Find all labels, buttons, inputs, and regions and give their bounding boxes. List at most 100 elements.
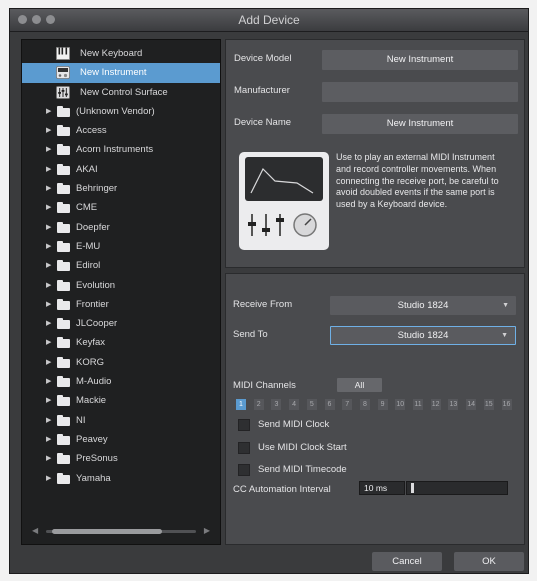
cc-interval-slider[interactable] bbox=[406, 481, 508, 495]
folder-icon bbox=[57, 453, 70, 465]
scrollbar-thumb[interactable] bbox=[52, 529, 162, 534]
scroll-left-icon[interactable]: ◀ bbox=[32, 526, 38, 535]
send-midi-timecode-checkbox[interactable] bbox=[238, 464, 250, 476]
tree-folder-item[interactable]: ▶ M-Audio bbox=[22, 372, 220, 391]
chevron-down-icon: ▼ bbox=[501, 332, 508, 339]
device-model-field[interactable]: New Instrument bbox=[322, 50, 518, 70]
expand-arrow-icon[interactable]: ▶ bbox=[46, 140, 51, 159]
expand-arrow-icon[interactable]: ▶ bbox=[46, 372, 51, 391]
midi-channel-button[interactable]: 6 bbox=[324, 399, 335, 410]
tree-folder-item[interactable]: ▶ AKAI bbox=[22, 160, 220, 179]
tree-folder-item[interactable]: ▶ (Unknown Vendor) bbox=[22, 102, 220, 121]
midi-channel-button[interactable]: 7 bbox=[342, 399, 353, 410]
midi-channel-button[interactable]: 14 bbox=[466, 399, 477, 410]
tree-folder-item[interactable]: ▶ Mackie bbox=[22, 391, 220, 410]
expand-arrow-icon[interactable]: ▶ bbox=[46, 430, 51, 449]
ok-button[interactable]: OK bbox=[454, 552, 524, 571]
horizontal-scrollbar[interactable]: ◀ ▶ bbox=[32, 526, 210, 536]
expand-arrow-icon[interactable]: ▶ bbox=[46, 314, 51, 333]
expand-arrow-icon[interactable]: ▶ bbox=[46, 179, 51, 198]
device-tree[interactable]: New Keyboard New Instrument New Control … bbox=[21, 39, 221, 545]
tree-item-label: Acorn Instruments bbox=[76, 144, 154, 156]
device-info-panel: Device Model New Instrument Manufacturer… bbox=[225, 39, 525, 268]
tree-item-label: New Keyboard bbox=[80, 48, 143, 59]
tree-folder-item[interactable]: ▶ Peavey bbox=[22, 430, 220, 449]
tree-item-label: New Instrument bbox=[80, 67, 147, 79]
midi-channel-button[interactable]: 12 bbox=[430, 399, 441, 410]
receive-from-select[interactable]: Studio 1824 ▼ bbox=[330, 296, 516, 315]
tree-folder-item[interactable]: ▶ Acorn Instruments bbox=[22, 140, 220, 159]
folder-icon bbox=[57, 105, 70, 117]
expand-arrow-icon[interactable]: ▶ bbox=[46, 391, 51, 410]
tree-item-new-keyboard[interactable]: New Keyboard bbox=[22, 44, 220, 63]
send-to-select[interactable]: Studio 1824 ▼ bbox=[330, 326, 516, 345]
expand-arrow-icon[interactable]: ▶ bbox=[46, 276, 51, 295]
midi-channel-button[interactable]: 3 bbox=[271, 399, 282, 410]
tree-item-label: NI bbox=[76, 414, 86, 426]
envelope-graphic bbox=[250, 167, 314, 194]
device-description: Use to play an external MIDI Instrument … bbox=[336, 152, 499, 210]
tree-folder-item[interactable]: ▶ Access bbox=[22, 121, 220, 140]
midi-channel-button[interactable]: 5 bbox=[306, 399, 317, 410]
device-name-field[interactable]: New Instrument bbox=[322, 114, 518, 134]
manufacturer-field[interactable] bbox=[322, 82, 518, 102]
expand-arrow-icon[interactable]: ▶ bbox=[46, 218, 51, 237]
cancel-button[interactable]: Cancel bbox=[372, 552, 442, 571]
expand-arrow-icon[interactable]: ▶ bbox=[46, 449, 51, 468]
expand-arrow-icon[interactable]: ▶ bbox=[46, 353, 51, 372]
cc-interval-slider-handle[interactable] bbox=[411, 483, 414, 493]
midi-channel-button[interactable]: 16 bbox=[501, 399, 512, 410]
tree-folder-item[interactable]: ▶ E-MU bbox=[22, 237, 220, 256]
tree-folder-item[interactable]: ▶ Yamaha bbox=[22, 469, 220, 488]
title-bar: Add Device bbox=[10, 9, 528, 32]
expand-arrow-icon[interactable]: ▶ bbox=[46, 198, 51, 217]
tree-item-label: Access bbox=[76, 125, 107, 137]
tree-folder-item[interactable]: ▶ NI bbox=[22, 411, 220, 430]
expand-arrow-icon[interactable]: ▶ bbox=[46, 237, 51, 256]
midi-channel-button[interactable]: 15 bbox=[483, 399, 494, 410]
tree-folder-item[interactable]: ▶ PreSonus bbox=[22, 449, 220, 468]
midi-channels-label: MIDI Channels bbox=[233, 380, 296, 391]
tree-folder-item[interactable]: ▶ Behringer bbox=[22, 179, 220, 198]
tree-item-new-instrument[interactable]: New Instrument bbox=[22, 63, 220, 83]
expand-arrow-icon[interactable]: ▶ bbox=[46, 102, 51, 121]
tree-item-new-control-surface[interactable]: New Control Surface bbox=[22, 83, 220, 102]
tree-folder-item[interactable]: ▶ CME bbox=[22, 198, 220, 217]
device-model-label: Device Model bbox=[234, 53, 292, 64]
cc-interval-input[interactable]: 10 ms bbox=[359, 481, 405, 495]
expand-arrow-icon[interactable]: ▶ bbox=[46, 333, 51, 352]
tree-folder-item[interactable]: ▶ Edirol bbox=[22, 256, 220, 275]
instrument-icon bbox=[56, 66, 70, 80]
send-midi-clock-checkbox[interactable] bbox=[238, 419, 250, 431]
expand-arrow-icon[interactable]: ▶ bbox=[46, 256, 51, 275]
expand-arrow-icon[interactable]: ▶ bbox=[46, 160, 51, 179]
scroll-right-icon[interactable]: ▶ bbox=[204, 526, 210, 535]
midi-channel-button[interactable]: 8 bbox=[359, 399, 370, 410]
tree-item-label: New Control Surface bbox=[80, 86, 168, 98]
expand-arrow-icon[interactable]: ▶ bbox=[46, 295, 51, 314]
midi-channel-button[interactable]: 13 bbox=[448, 399, 459, 410]
midi-channel-button[interactable]: 1 bbox=[236, 399, 246, 410]
tree-folder-item[interactable]: ▶ Keyfax bbox=[22, 333, 220, 352]
midi-channel-button[interactable]: 4 bbox=[289, 399, 300, 410]
all-channels-button[interactable]: All bbox=[337, 378, 382, 392]
expand-arrow-icon[interactable]: ▶ bbox=[46, 411, 51, 430]
folder-icon bbox=[57, 183, 70, 195]
midi-channel-button[interactable]: 11 bbox=[413, 399, 423, 410]
expand-arrow-icon[interactable]: ▶ bbox=[46, 469, 51, 488]
instrument-image bbox=[239, 152, 329, 250]
midi-channel-button[interactable]: 9 bbox=[377, 399, 388, 410]
manufacturer-label: Manufacturer bbox=[234, 85, 290, 96]
tree-folder-item[interactable]: ▶ Frontier bbox=[22, 295, 220, 314]
tree-folder-item[interactable]: ▶ JLCooper bbox=[22, 314, 220, 333]
midi-channel-button[interactable]: 2 bbox=[253, 399, 264, 410]
tree-folder-item[interactable]: ▶ KORG bbox=[22, 353, 220, 372]
midi-channel-button[interactable]: 10 bbox=[395, 399, 406, 410]
window-title: Add Device bbox=[238, 13, 300, 27]
tree-folder-item[interactable]: ▶ Doepfer bbox=[22, 218, 220, 237]
use-midi-clock-start-checkbox[interactable] bbox=[238, 442, 250, 454]
tree-folder-item[interactable]: ▶ Evolution bbox=[22, 276, 220, 295]
tree-item-label: AKAI bbox=[76, 163, 98, 175]
expand-arrow-icon[interactable]: ▶ bbox=[46, 121, 51, 140]
tree-item-label: Edirol bbox=[76, 260, 101, 272]
